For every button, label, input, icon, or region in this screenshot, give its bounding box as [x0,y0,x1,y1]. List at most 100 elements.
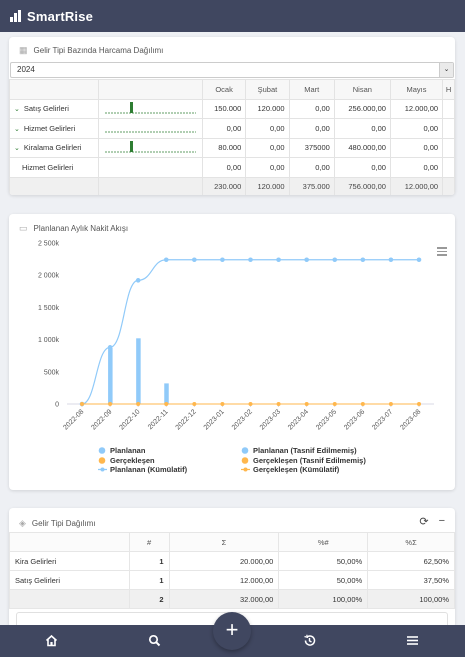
total-pct-sum: 100,00% [367,589,455,609]
search-icon[interactable] [148,634,161,650]
grid-icon: ▦ [19,45,28,55]
refresh-icon[interactable]: ⟳ [419,515,428,528]
point-planned-cumulative [332,257,338,263]
point-actual-cumulative [360,402,365,406]
cell-value: 0,00 [288,157,335,178]
point-planned-cumulative [220,257,225,263]
point-planned-cumulative [248,257,253,263]
cell-value: 0,00 [245,157,290,178]
total-value: 12.000,00 [389,176,444,195]
x-tick-label: 2023-05 [315,408,338,431]
cell-value: 80.000 [201,137,247,158]
total-value: 230.000 [201,176,247,195]
point-planned-cumulative [107,345,113,350]
total-sum: 32.000,00 [168,589,280,609]
cell-value: 150.000 [201,98,247,119]
cell-count: 1 [128,570,170,590]
menu-icon[interactable] [406,634,419,650]
cell-value: 0,00 [201,118,247,139]
expand-icon[interactable]: ⌄ [14,145,20,152]
cell-value: 0,00 [288,98,335,119]
table-row[interactable]: ⌄ Hizmet Gelirleri 0,00 0,00 0,00 0,00 0,00 [9,118,455,139]
bar [136,338,141,404]
cell-pct-sum: 37,50% [367,570,455,590]
history-icon[interactable] [303,634,316,650]
y-tick-label: 2 000k [38,273,60,280]
point-actual-cumulative [164,402,169,406]
distribution-card: ◈ Gelir Tipi Dağılımı ⟳ − # Σ %# %Σ Kira… [9,508,455,628]
legend-label: Planlanan (Tasnif Edilmemiş) [253,446,357,455]
sparkline [97,137,203,158]
logo-icon [10,10,23,22]
cell-count: 1 [128,551,170,571]
point-actual-cumulative [276,402,281,406]
legend-marker [98,447,106,454]
cell-value: 0,00 [389,137,444,158]
table-row[interactable]: Hizmet Gelirleri 0,00 0,00 0,00 0,00 0,00 [9,157,455,178]
x-tick-label: 2023-06 [343,408,366,431]
chevron-down-icon[interactable]: ⌄ [439,63,453,77]
expand-icon[interactable]: ⌄ [14,106,20,113]
total-pct-count: 100,00% [278,589,369,609]
add-button[interactable]: + [213,612,251,650]
point-actual-cumulative [192,402,197,406]
minimize-icon[interactable]: − [439,515,445,528]
cell-value: 12.000,00 [389,98,444,119]
year-select[interactable]: 2024 ⌄ [10,62,454,78]
home-icon[interactable] [45,634,58,650]
month-header: Şubat [245,79,290,100]
cell-value: 0,00 [333,118,391,139]
point-planned-cumulative [192,257,197,263]
cell-value: 0,00 [245,118,290,139]
spending-card-title: ▦ Gelir Tipi Bazında Harcama Dağılımı [19,45,164,55]
expand-icon[interactable]: ⌄ [14,126,20,133]
spending-table: Ocak Şubat Mart Nisan Mayıs H ⌄ Satış Gel… [9,79,455,195]
x-tick-label: 2023-07 [371,408,394,431]
month-header: H [442,79,455,100]
y-tick-label: 1 000k [38,337,60,344]
total-value: 756.000,00 [333,176,391,195]
point-planned-cumulative [163,257,169,263]
cashflow-card: ▭ Planlanan Aylık Nakit Akışı 0 500k 1 000… [9,214,455,490]
cell-value: 120.000 [245,98,290,119]
cell-sum: 12.000,00 [168,570,280,590]
point-planned-cumulative [360,257,366,263]
cell-label: Satış Gelirleri [9,570,130,590]
point-planned-cumulative [388,257,394,263]
cell-value: 0,00 [333,157,391,178]
sparkline [97,98,203,119]
table-row[interactable]: Satış Gelirleri 1 12.000,00 50,00% 37,50% [9,570,455,590]
row-label: Hizmet Gelirleri [23,123,76,133]
x-tick-label: 2022-09 [90,408,113,431]
cell-value: 0,00 [288,118,335,139]
x-tick-label: 2023-01 [203,408,226,431]
table-row[interactable]: ⌄ Kiralama Gelirleri 80.000 0,00 375000 480.0… [9,137,455,158]
cell-pct-count: 50,00% [278,570,369,590]
x-tick-label: 2023-08 [399,408,422,431]
x-tick-label: 2023-04 [287,408,310,431]
month-header: Mayıs [389,79,444,100]
bar [108,347,113,404]
cell-pct-count: 50,00% [278,551,369,571]
cell-value: 0,00 [389,118,444,139]
point-planned-cumulative [276,257,281,263]
legend-marker [100,467,105,472]
total-value: 120.000 [245,176,290,195]
point-planned-cumulative [135,278,141,283]
app-header: SmartRise [0,0,465,32]
table-row[interactable]: Kira Gelirleri 1 20.000,00 50,00% 62,50% [9,551,455,571]
y-tick-label: 1 500k [38,305,60,312]
x-tick-label: 2023-02 [231,408,254,431]
y-tick-label: 2 500k [38,241,60,248]
cell-value: 256.000,00 [333,98,391,119]
table-row[interactable]: ⌄ Satış Gelirleri 150.000 120.000 0,00 256.00… [9,98,455,119]
point-actual-cumulative [136,402,141,406]
legend-marker [243,467,248,472]
cell-value: 375000 [288,137,335,158]
bar [164,383,169,404]
tag-icon: ◈ [19,518,26,528]
point-actual-cumulative [388,402,393,406]
row-label: Kiralama Gelirleri [23,143,82,153]
month-header: Nisan [333,79,391,100]
sparkline [97,157,203,178]
